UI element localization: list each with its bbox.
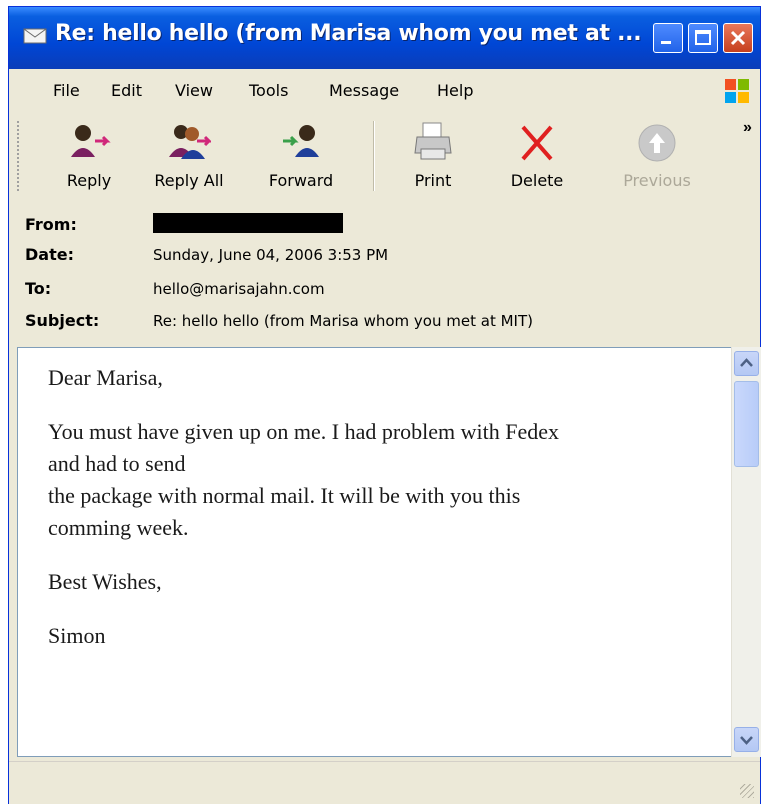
maximize-button[interactable] bbox=[688, 23, 718, 53]
windows-logo-icon bbox=[725, 79, 749, 103]
paragraph-line: and had to send bbox=[48, 451, 186, 476]
delete-label: Delete bbox=[510, 171, 564, 190]
greeting: Dear Marisa, bbox=[48, 365, 163, 390]
forward-label: Forward bbox=[268, 171, 334, 190]
menu-file[interactable]: File bbox=[53, 81, 80, 100]
from-label: From: bbox=[25, 215, 77, 234]
toolbar-overflow-chevron[interactable]: » bbox=[743, 119, 752, 137]
menu-message[interactable]: Message bbox=[329, 81, 399, 100]
delete-x-icon bbox=[521, 125, 553, 161]
menu-edit[interactable]: Edit bbox=[111, 81, 142, 100]
previous-button[interactable]: Previous bbox=[617, 115, 697, 197]
resize-grip-icon[interactable] bbox=[740, 784, 754, 798]
title-bar[interactable]: Re: hello hello (from Marisa whom you me… bbox=[9, 7, 760, 69]
maximize-icon bbox=[695, 30, 711, 45]
menu-view[interactable]: View bbox=[175, 81, 213, 100]
menu-bar: File Edit View Tools Message Help bbox=[9, 69, 760, 112]
reply-all-label: Reply All bbox=[154, 171, 224, 190]
reply-all-icon bbox=[169, 125, 211, 159]
paragraph-line: the package with normal mail. It will be… bbox=[48, 483, 521, 508]
redacted-sender bbox=[153, 213, 343, 233]
minimize-button[interactable] bbox=[653, 23, 683, 53]
delete-button[interactable]: Delete bbox=[497, 115, 577, 197]
paragraph-line: You must have given up on me. I had prob… bbox=[48, 419, 560, 444]
vertical-scrollbar[interactable] bbox=[731, 347, 761, 757]
message-body[interactable]: Dear Marisa, You must have given up on m… bbox=[17, 347, 749, 757]
to-label: To: bbox=[25, 279, 52, 298]
reply-icon bbox=[71, 125, 111, 157]
toolbar-grip[interactable] bbox=[17, 121, 23, 191]
date-label: Date: bbox=[25, 245, 74, 264]
printer-icon bbox=[414, 122, 452, 160]
closing: Best Wishes, bbox=[48, 569, 162, 594]
date-value: Sunday, June 04, 2006 3:53 PM bbox=[153, 246, 389, 264]
menu-help[interactable]: Help bbox=[437, 81, 473, 100]
window-title: Re: hello hello (from Marisa whom you me… bbox=[55, 21, 642, 46]
chevron-down-icon bbox=[740, 736, 753, 745]
scroll-thumb[interactable] bbox=[734, 381, 759, 467]
reply-all-button[interactable]: Reply All bbox=[149, 115, 229, 197]
previous-arrow-icon bbox=[638, 124, 676, 162]
toolbar: Reply Reply All Forward Print Delete Pre… bbox=[9, 111, 760, 202]
print-button[interactable]: Print bbox=[393, 115, 473, 197]
signature: Simon bbox=[48, 623, 106, 648]
message-header: From: Date: Sunday, June 04, 2006 3:53 P… bbox=[9, 201, 760, 343]
menu-tools[interactable]: Tools bbox=[249, 81, 288, 100]
reply-label: Reply bbox=[66, 171, 112, 190]
scroll-up-button[interactable] bbox=[734, 351, 759, 376]
forward-button[interactable]: Forward bbox=[261, 115, 341, 197]
scroll-down-button[interactable] bbox=[734, 727, 759, 752]
paragraph-line: comming week. bbox=[48, 515, 189, 540]
minimize-icon bbox=[661, 41, 671, 44]
subject-label: Subject: bbox=[25, 311, 100, 330]
message-text: Dear Marisa, You must have given up on m… bbox=[48, 362, 728, 674]
subject-value: Re: hello hello (from Marisa whom you me… bbox=[153, 312, 533, 330]
chevron-up-icon bbox=[740, 358, 753, 367]
toolbar-separator bbox=[373, 121, 375, 191]
close-icon bbox=[730, 30, 746, 46]
reply-button[interactable]: Reply bbox=[49, 115, 129, 197]
print-label: Print bbox=[414, 171, 452, 190]
forward-icon bbox=[283, 125, 319, 157]
paragraph: You must have given up on me. I had prob… bbox=[48, 416, 728, 544]
envelope-icon bbox=[23, 28, 47, 44]
email-window: Re: hello hello (from Marisa whom you me… bbox=[8, 6, 761, 804]
previous-label: Previous bbox=[623, 171, 691, 190]
to-value[interactable]: hello@marisajahn.com bbox=[153, 280, 325, 298]
close-button[interactable] bbox=[723, 23, 753, 53]
status-bar bbox=[9, 761, 760, 804]
